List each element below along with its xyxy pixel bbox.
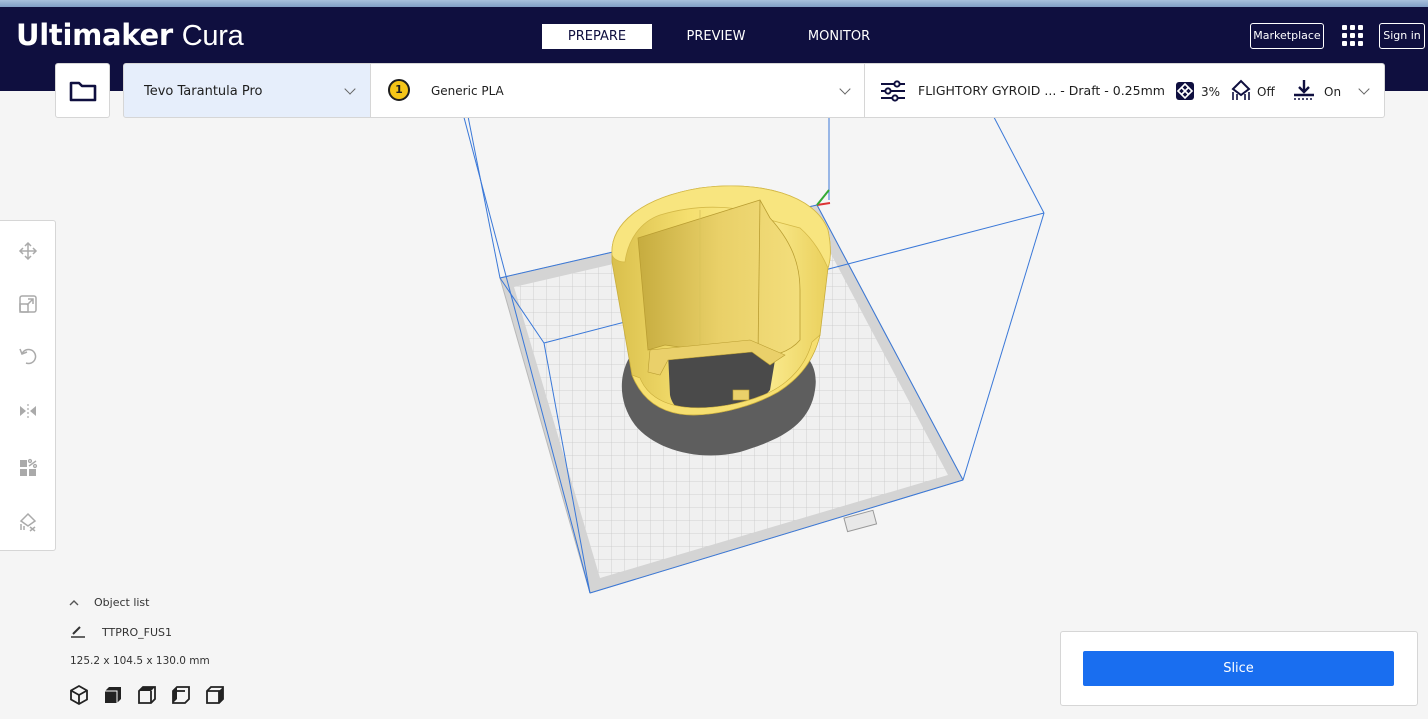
object-list-item[interactable]: TTPRO_FUS1 (70, 625, 172, 639)
grid-icon[interactable] (1342, 25, 1364, 47)
infill-icon (1176, 82, 1194, 100)
build-plate-border (499, 204, 964, 594)
scale-icon (19, 295, 37, 313)
right-view-icon[interactable] (204, 684, 226, 706)
printer-selector[interactable]: Tevo Tarantula Pro (123, 63, 371, 118)
material-name: Generic PLA (431, 84, 504, 98)
build-plate-grid (514, 218, 948, 578)
tab-prepare[interactable]: PREPARE (542, 24, 652, 49)
printer-name: Tevo Tarantula Pro (144, 84, 263, 99)
pencil-icon (71, 626, 85, 638)
left-view-icon[interactable] (170, 684, 192, 706)
infill-value: 3% (1201, 85, 1221, 99)
front-view-icon[interactable] (102, 684, 124, 706)
model-floor-opening (668, 343, 775, 414)
clip-feature (843, 509, 878, 533)
marketplace-button[interactable]: Marketplace (1250, 23, 1324, 49)
object-name: TTPRO_FUS1 (102, 625, 173, 639)
rotate-icon (19, 348, 37, 365)
model-outer-wall (611, 185, 831, 416)
support-icon (1231, 79, 1251, 100)
view-orientation-controls (68, 684, 226, 706)
tab-monitor[interactable]: MONITOR (795, 24, 883, 49)
extruder-badge-icon: 1 (388, 79, 410, 101)
side-toolbar (0, 220, 56, 551)
model-base-ledge (647, 339, 786, 376)
profile-name: FLIGHTORY GYROID ... - Draft - 0.25mm (918, 83, 1165, 98)
move-icon (18, 241, 38, 261)
support-value: Off (1257, 85, 1275, 99)
object-dimensions: 125.2 x 104.5 x 130.0 mm (70, 655, 210, 667)
model-small-tab (732, 389, 750, 401)
sign-in-button[interactable]: Sign in (1379, 23, 1425, 49)
mirror-tool-button[interactable] (14, 397, 42, 425)
chevron-up-icon (69, 599, 79, 605)
object-list-toggle[interactable]: Object list (68, 596, 149, 609)
app-logo: Ultimaker Cura (16, 18, 244, 52)
mirror-icon (20, 404, 36, 418)
rotate-tool-button[interactable] (14, 342, 42, 370)
per-model-settings-button[interactable] (14, 454, 42, 482)
stage-toolbar: Tevo Tarantula Pro 1 Generic PLA FLIGHTO… (0, 63, 1428, 119)
slice-button[interactable]: Slice (1083, 651, 1394, 686)
adhesion-value: On (1324, 85, 1342, 99)
model-front-rim (631, 334, 821, 416)
settings-sliders-icon (881, 80, 905, 102)
print-settings-selector[interactable]: FLIGHTORY GYROID ... - Draft - 0.25mm 3%… (864, 63, 1385, 118)
folder-icon (69, 81, 97, 102)
move-tool-button[interactable] (14, 237, 42, 265)
chevron-down-icon (839, 83, 851, 95)
3d-view-icon[interactable] (68, 684, 90, 706)
object-list-panel: Object list TTPRO_FUS1 125.2 x 104.5 x 1… (60, 590, 320, 715)
support-blocker-button[interactable] (14, 508, 42, 536)
model-shadow (621, 335, 816, 456)
scale-tool-button[interactable] (14, 290, 42, 318)
window-title-strip (0, 0, 1428, 7)
model-top-rim (611, 185, 831, 270)
model-inner-wall (637, 199, 801, 357)
top-view-icon[interactable] (136, 684, 158, 706)
action-panel: Slice (1060, 631, 1418, 706)
material-selector[interactable]: 1 Generic PLA (370, 63, 865, 118)
per-model-settings-icon (20, 458, 38, 476)
support-blocker-icon (19, 512, 37, 532)
adhesion-icon (1294, 80, 1314, 100)
chevron-down-icon (344, 83, 356, 95)
tab-preview[interactable]: PREVIEW (672, 24, 760, 49)
object-list-label: Object list (94, 596, 150, 609)
open-file-button[interactable] (55, 63, 110, 118)
chevron-down-icon (1358, 83, 1370, 95)
